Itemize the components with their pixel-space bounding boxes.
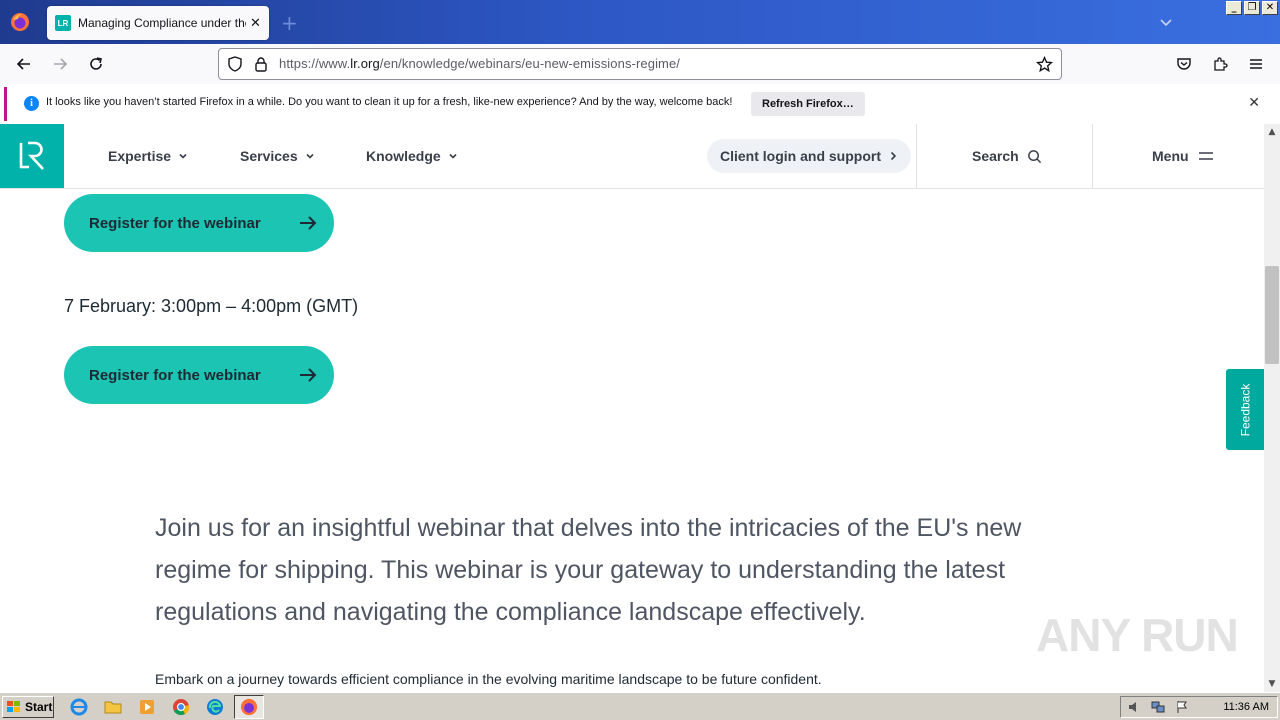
firefox-taskbar-icon: [240, 698, 258, 716]
browser-navbar: https://www.lr.org/en/knowledge/webinars…: [0, 44, 1280, 84]
media-player-icon[interactable]: [138, 698, 156, 716]
site-menu-link[interactable]: Menu: [1152, 148, 1214, 164]
reload-icon[interactable]: [86, 54, 106, 74]
window-controls: _ ❐ ✕: [1226, 1, 1278, 15]
register-button-label: Register for the webinar: [89, 366, 261, 384]
bookmark-star-icon[interactable]: [1035, 55, 1054, 77]
nav-expertise-label: Expertise: [108, 148, 172, 164]
lead-paragraph: Join us for an insightful webinar that d…: [155, 514, 1022, 626]
webpage-viewport: Expertise Services Knowledge Client logi…: [0, 124, 1264, 692]
chevron-down-icon: [306, 153, 314, 159]
search-icon: [1027, 149, 1041, 163]
windows-taskbar: Start 11:36 AM: [0, 692, 1280, 720]
windows-logo-icon: [7, 701, 20, 712]
back-arrow-icon[interactable]: [14, 54, 34, 74]
chevron-down-icon: [179, 153, 187, 159]
internet-explorer-icon[interactable]: [70, 698, 88, 716]
nav-services-label: Services: [240, 148, 298, 164]
site-header: Expertise Services Knowledge Client logi…: [0, 124, 1264, 189]
scroll-thumb[interactable]: [1265, 266, 1279, 364]
tracking-shield-icon[interactable]: [227, 56, 243, 76]
header-divider: [1092, 124, 1093, 188]
close-window-icon[interactable]: ✕: [1262, 1, 1278, 15]
scroll-up-arrow-icon[interactable]: ▲: [1264, 124, 1280, 140]
client-login-label: Client login and support: [720, 148, 881, 164]
network-icon[interactable]: [1151, 700, 1165, 714]
url-text[interactable]: https://www.lr.org/en/knowledge/webinars…: [279, 56, 680, 71]
flag-icon[interactable]: [1175, 700, 1189, 714]
lock-icon[interactable]: [253, 56, 269, 76]
address-bar[interactable]: https://www.lr.org/en/knowledge/webinars…: [218, 48, 1062, 80]
tab-title: Managing Compliance under the EU: [78, 16, 246, 30]
nav-knowledge[interactable]: Knowledge: [366, 148, 458, 164]
pocket-icon[interactable]: [1174, 54, 1194, 74]
menu-lines-icon: [1198, 152, 1213, 160]
file-explorer-icon[interactable]: [104, 698, 122, 716]
firefox-icon[interactable]: [8, 10, 32, 34]
new-tab-plus-icon[interactable]: +: [281, 11, 298, 35]
volume-icon[interactable]: [1127, 700, 1141, 714]
minimize-icon[interactable]: _: [1226, 1, 1242, 15]
client-login-button[interactable]: Client login and support: [707, 139, 911, 173]
edge-icon[interactable]: [206, 698, 224, 716]
firefox-refresh-notification: i It looks like you haven’t started Fire…: [4, 87, 1276, 121]
feedback-tab[interactable]: Feedback: [1226, 369, 1264, 450]
header-divider: [916, 124, 917, 188]
menu-label: Menu: [1152, 148, 1189, 164]
taskbar-firefox-active[interactable]: [234, 695, 264, 719]
extensions-puzzle-icon[interactable]: [1210, 54, 1230, 74]
search-label: Search: [972, 148, 1019, 164]
nav-services[interactable]: Services: [240, 148, 315, 164]
page-scrollbar[interactable]: ▲ ▼: [1264, 124, 1280, 692]
register-webinar-button-2[interactable]: Register for the webinar: [64, 346, 334, 404]
nav-knowledge-label: Knowledge: [366, 148, 441, 164]
notification-close-icon[interactable]: ✕: [1248, 95, 1260, 111]
notification-text: It looks like you haven’t started Firefo…: [46, 96, 733, 108]
chevron-right-icon: [890, 151, 897, 161]
lr-logo[interactable]: [0, 124, 64, 188]
browser-tab-active[interactable]: LR Managing Compliance under the EU ✕: [47, 6, 269, 40]
hamburger-menu-icon[interactable]: [1246, 54, 1266, 74]
chevron-down-icon: [449, 153, 457, 159]
browser-titlebar: LR Managing Compliance under the EU ✕ + …: [0, 0, 1280, 44]
lr-logo-icon: [19, 141, 44, 170]
register-button-label: Register for the webinar: [89, 214, 261, 232]
refresh-firefox-button[interactable]: Refresh Firefox…: [751, 92, 865, 116]
arrow-right-icon: [300, 216, 317, 230]
taskbar-clock[interactable]: 11:36 AM: [1223, 701, 1269, 713]
search-link[interactable]: Search: [972, 148, 1042, 164]
list-all-tabs-chevron-icon[interactable]: [1158, 14, 1174, 30]
start-label: Start: [25, 700, 53, 714]
session-date: 7 February: 3:00pm – 4:00pm (GMT): [64, 296, 359, 316]
system-tray: 11:36 AM: [1120, 696, 1278, 718]
tab-close-icon[interactable]: ✕: [250, 16, 261, 31]
chrome-icon[interactable]: [172, 698, 190, 716]
register-webinar-button-1[interactable]: Register for the webinar: [64, 194, 334, 252]
nav-expertise[interactable]: Expertise: [108, 148, 188, 164]
scroll-down-arrow-icon[interactable]: ▼: [1264, 676, 1280, 692]
start-button[interactable]: Start: [2, 696, 54, 718]
restore-icon[interactable]: ❐: [1244, 1, 1260, 15]
anyrun-watermark: ANY RUN: [1036, 609, 1239, 661]
info-icon: i: [24, 96, 39, 111]
feedback-label: Feedback: [1238, 383, 1253, 436]
arrow-right-icon: [300, 368, 317, 382]
lr-favicon-icon: LR: [55, 15, 71, 31]
forward-arrow-icon[interactable]: [50, 54, 70, 74]
body-paragraph: Embark on a journey towards efficient co…: [155, 671, 822, 687]
